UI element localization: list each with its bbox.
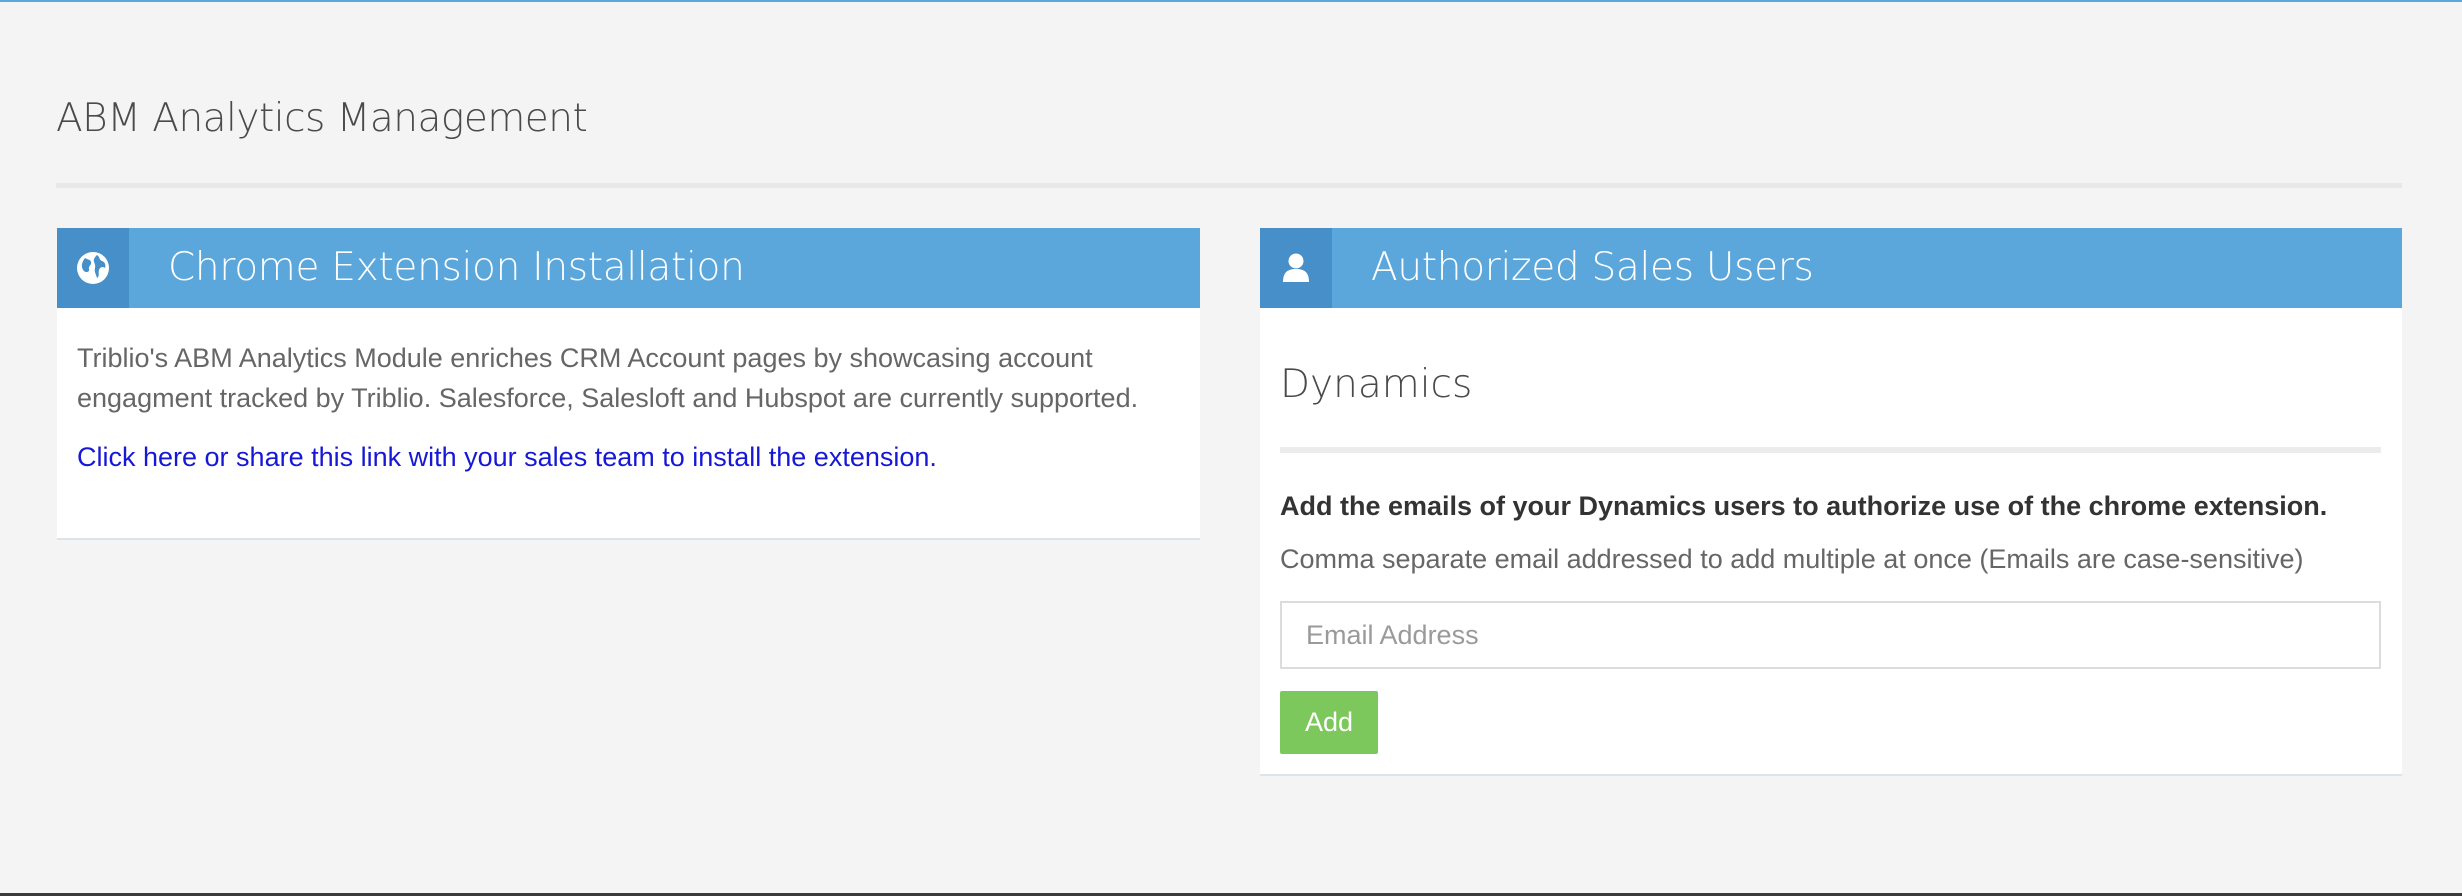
install-extension-link[interactable]: Click here or share this link with your …: [77, 442, 937, 473]
authorized-users-panel-header: Authorized Sales Users: [1260, 228, 2402, 308]
chrome-extension-title: Chrome Extension Installation: [168, 245, 745, 290]
user-icon: [1260, 228, 1332, 308]
authorize-instruction: Add the emails of your Dynamics users to…: [1280, 491, 2328, 521]
chrome-extension-description: Triblio's ABM Analytics Module enriches …: [77, 343, 1139, 413]
chrome-extension-panel: Chrome Extension Installation Triblio's …: [57, 228, 1200, 538]
crm-section-title: Dynamics: [1280, 362, 1473, 407]
authorized-users-panel: Authorized Sales Users Dynamics Add the …: [1260, 228, 2402, 774]
top-accent-line: [0, 0, 2462, 2]
chrome-extension-panel-header: Chrome Extension Installation: [57, 228, 1200, 308]
page-title: ABM Analytics Management: [56, 96, 588, 141]
add-button[interactable]: Add: [1280, 691, 1378, 754]
authorized-users-title: Authorized Sales Users: [1371, 245, 1814, 290]
globe-icon: [57, 228, 129, 308]
title-divider: [56, 183, 2402, 188]
section-divider: [1280, 447, 2381, 453]
email-hint: Comma separate email addressed to add mu…: [1280, 544, 2304, 574]
email-input[interactable]: [1280, 601, 2381, 669]
